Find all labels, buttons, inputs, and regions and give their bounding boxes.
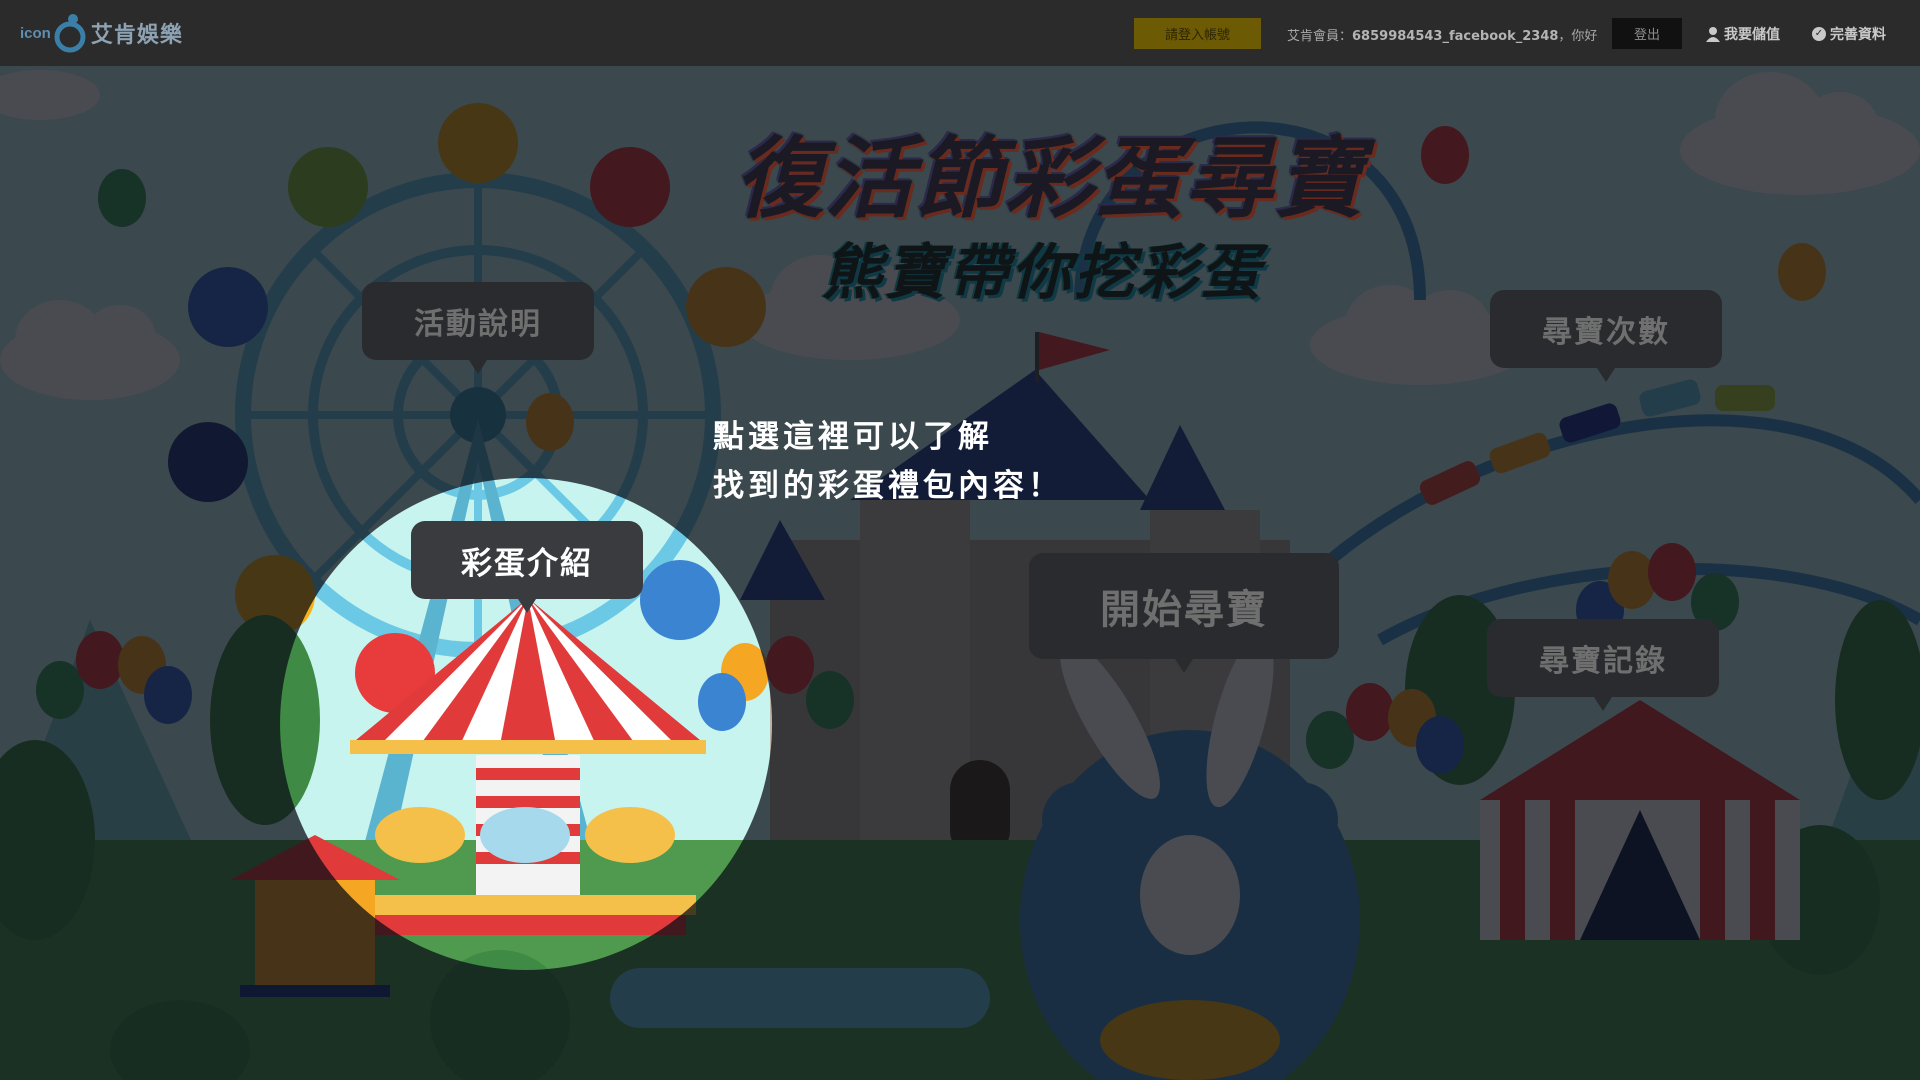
profile-link[interactable]: ✓ 完善資料	[1812, 24, 1886, 44]
start-hunt-button[interactable]: 開始尋寶	[1029, 553, 1339, 673]
event-title: 復活節彩蛋尋寶	[735, 127, 1366, 230]
user-icon	[1706, 27, 1720, 42]
pond	[610, 968, 990, 1028]
check-circle-icon: ✓	[1812, 27, 1826, 41]
profile-label: 完善資料	[1830, 27, 1886, 43]
hunt-count-button[interactable]: 尋寶次數	[1490, 290, 1722, 382]
logo-icon-text: icon	[20, 24, 51, 42]
logo-mark-icon	[54, 14, 86, 53]
tutorial-line-1: 點選這裡可以了解	[713, 419, 993, 455]
member-id: 6859984543_facebook_2348	[1352, 29, 1559, 44]
brand-logo[interactable]: icon 艾肯娛樂	[20, 12, 183, 54]
member-suffix: ，你好	[1558, 29, 1598, 44]
topup-link[interactable]: 我要儲值	[1706, 24, 1780, 44]
tutorial-line-2: 找到的彩蛋禮包內容！	[713, 468, 1063, 504]
top-nav-bar: icon 艾肯娛樂 請登入帳號 艾肯會員：6859984543_facebook…	[0, 0, 1920, 66]
rules-button[interactable]: 活動說明	[362, 282, 594, 374]
member-greeting: 艾肯會員：6859984543_facebook_2348，你好	[1287, 25, 1597, 44]
logout-button[interactable]: 登出	[1612, 18, 1682, 49]
logo-text: 艾肯娛樂	[90, 23, 183, 48]
topup-label: 我要儲值	[1724, 27, 1780, 43]
hunt-records-button[interactable]: 尋寶記錄	[1487, 619, 1719, 711]
login-button[interactable]: 請登入帳號	[1134, 18, 1261, 49]
event-subtitle: 熊寶帶你挖彩蛋	[822, 238, 1263, 308]
tutorial-tip: 點選這裡可以了解 找到的彩蛋禮包內容！	[713, 413, 1063, 511]
member-prefix: 艾肯會員：	[1287, 29, 1353, 44]
egg-intro-button[interactable]: 彩蛋介紹	[411, 521, 643, 613]
